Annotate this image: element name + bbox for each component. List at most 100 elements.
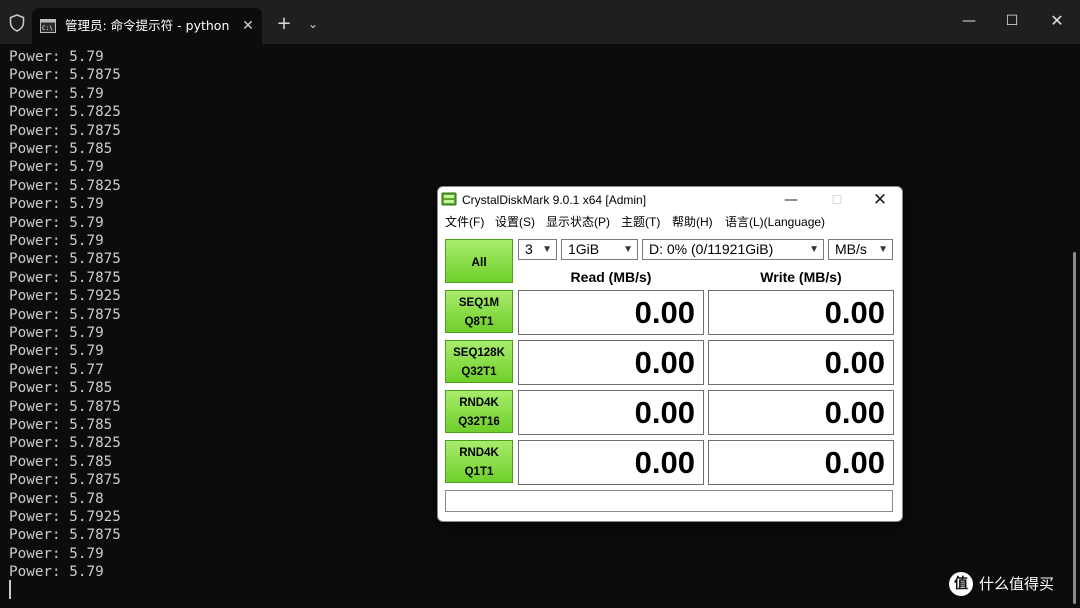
close-button[interactable]: ✕ xyxy=(1042,8,1072,34)
chevron-down-icon: ▼ xyxy=(809,244,819,255)
maximize-button[interactable]: ☐ xyxy=(997,8,1027,34)
test-button-rnd4k-q1t1[interactable]: RND4K Q1T1 xyxy=(445,440,513,483)
terminal-line: Power: 5.7875 xyxy=(9,527,121,544)
test-button-seq128k-q32t1[interactable]: SEQ128K Q32T1 xyxy=(445,340,513,383)
test-size-value: 1GiB xyxy=(568,241,600,257)
terminal-line: Power: 5.77 xyxy=(9,361,104,378)
terminal-line: Power: 5.79 xyxy=(9,545,104,562)
menu-theme[interactable]: 主题(T) xyxy=(621,213,660,231)
watermark: 值 什么值得买 xyxy=(949,572,1075,598)
unit-select[interactable]: MB/s ▼ xyxy=(828,239,893,260)
write-value: 0.00 xyxy=(824,445,885,480)
terminal-titlebar: C:\ 管理员: 命令提示符 - python ✕ + ⌄ — ☐ ✕ xyxy=(0,0,1080,44)
menu-settings[interactable]: 设置(S) xyxy=(495,213,535,231)
terminal-line: Power: 5.7875 xyxy=(9,67,121,84)
read-result: 0.00 xyxy=(518,390,704,435)
test-size-select[interactable]: 1GiB ▼ xyxy=(561,239,638,260)
terminal-line: Power: 5.79 xyxy=(9,343,104,360)
shield-icon xyxy=(9,14,25,32)
test-params: Q32T1 xyxy=(461,366,497,378)
command-prompt-icon: C:\ xyxy=(40,19,56,33)
all-button-label: All xyxy=(471,255,487,269)
terminal-line: Power: 5.7875 xyxy=(9,251,121,268)
write-column-header: Write (MB/s) xyxy=(760,269,842,285)
tab-close-icon[interactable]: ✕ xyxy=(238,16,258,36)
cdm-close-button[interactable]: ✕ xyxy=(865,188,895,212)
svg-text:C:\: C:\ xyxy=(42,25,53,32)
test-params: Q8T1 xyxy=(464,316,494,328)
tab-command-prompt[interactable]: C:\ 管理员: 命令提示符 - python ✕ xyxy=(32,8,262,44)
test-button-seq1m-q8t1[interactable]: SEQ1M Q8T1 xyxy=(445,290,513,333)
chevron-down-icon: ▼ xyxy=(542,244,552,255)
write-result: 0.00 xyxy=(708,340,894,385)
watermark-logo: 值 xyxy=(949,572,973,596)
terminal-line: Power: 5.7875 xyxy=(9,269,121,286)
terminal-line: Power: 5.785 xyxy=(9,453,113,470)
watermark-text: 什么值得买 xyxy=(979,575,1055,593)
terminal-line: Power: 5.79 xyxy=(9,564,104,581)
tab-title: 管理员: 命令提示符 - python xyxy=(65,18,230,33)
menu-language[interactable]: 语言(L)(Language) xyxy=(725,213,825,231)
minimize-button[interactable]: — xyxy=(954,8,984,34)
test-name: SEQ1M xyxy=(458,297,500,309)
scrollbar[interactable] xyxy=(1073,252,1076,604)
read-value: 0.00 xyxy=(634,345,695,380)
terminal-line: Power: 5.79 xyxy=(9,159,104,176)
menu-help[interactable]: 帮助(H) xyxy=(672,213,713,231)
terminal-line: Power: 5.785 xyxy=(9,380,113,397)
test-count-select[interactable]: 3 ▼ xyxy=(518,239,557,260)
cdm-minimize-button[interactable]: — xyxy=(776,188,806,212)
terminal-line: Power: 5.7875 xyxy=(9,398,121,415)
terminal-line: Power: 5.79 xyxy=(9,214,104,231)
terminal-line: Power: 5.79 xyxy=(9,49,104,65)
write-value: 0.00 xyxy=(824,395,885,430)
read-value: 0.00 xyxy=(634,295,695,330)
test-name: SEQ128K xyxy=(453,347,505,359)
terminal-line: Power: 5.79 xyxy=(9,325,104,341)
cdm-maximize-button[interactable]: ☐ xyxy=(822,188,852,212)
drive-value: D: 0% (0/11921GiB) xyxy=(649,241,774,257)
text-cursor xyxy=(9,580,11,599)
test-count-value: 3 xyxy=(525,241,533,257)
terminal-line: Power: 5.7925 xyxy=(9,509,121,525)
chevron-down-icon[interactable]: ⌄ xyxy=(302,12,324,36)
terminal-line: Power: 5.79 xyxy=(9,196,104,213)
terminal-line: Power: 5.7825 xyxy=(9,435,121,452)
terminal-line: Power: 5.7875 xyxy=(9,306,121,323)
cdm-main-panel: All 3 ▼ 1GiB ▼ D: 0% (0/11921GiB) ▼ MB/s… xyxy=(438,233,902,521)
test-name: RND4K xyxy=(459,397,499,409)
test-params: Q32T16 xyxy=(458,416,500,428)
write-value: 0.00 xyxy=(824,295,885,330)
terminal-line: Power: 5.785 xyxy=(9,141,113,157)
drive-select[interactable]: D: 0% (0/11921GiB) ▼ xyxy=(642,239,824,260)
test-name: RND4K xyxy=(459,447,499,459)
chevron-down-icon: ▼ xyxy=(878,244,888,255)
menu-display-status[interactable]: 显示状态(P) xyxy=(546,213,610,231)
terminal-line: Power: 5.7875 xyxy=(9,472,121,489)
terminal-line: Power: 5.7925 xyxy=(9,288,121,305)
read-result: 0.00 xyxy=(518,290,704,335)
crystaldiskmark-window: CrystalDiskMark 9.0.1 x64 [Admin] — ☐ ✕ … xyxy=(437,186,903,522)
unit-value: MB/s xyxy=(835,241,867,257)
terminal-line: Power: 5.78 xyxy=(9,490,104,507)
all-button[interactable]: All xyxy=(445,239,513,283)
chevron-down-icon: ▼ xyxy=(623,244,633,255)
crystaldiskmark-app-icon xyxy=(441,192,457,206)
terminal-line: Power: 5.79 xyxy=(9,85,104,102)
read-result: 0.00 xyxy=(518,340,704,385)
write-result: 0.00 xyxy=(708,440,894,485)
read-column-header: Read (MB/s) xyxy=(570,269,652,285)
terminal-line: Power: 5.7825 xyxy=(9,177,121,194)
write-result: 0.00 xyxy=(708,390,894,435)
terminal-line: Power: 5.785 xyxy=(9,417,113,433)
test-params: Q1T1 xyxy=(464,466,494,478)
test-button-rnd4k-q32t16[interactable]: RND4K Q32T16 xyxy=(445,390,513,433)
terminal-line: Power: 5.7825 xyxy=(9,104,121,121)
cdm-titlebar[interactable]: CrystalDiskMark 9.0.1 x64 [Admin] — ☐ ✕ xyxy=(438,187,902,213)
write-result: 0.00 xyxy=(708,290,894,335)
comment-input[interactable] xyxy=(445,490,893,512)
cdm-menubar: 文件(F) 设置(S) 显示状态(P) 主题(T) 帮助(H) 语言(L)(La… xyxy=(438,212,902,232)
read-value: 0.00 xyxy=(634,445,695,480)
menu-file[interactable]: 文件(F) xyxy=(445,213,484,231)
new-tab-button[interactable]: + xyxy=(272,12,296,36)
